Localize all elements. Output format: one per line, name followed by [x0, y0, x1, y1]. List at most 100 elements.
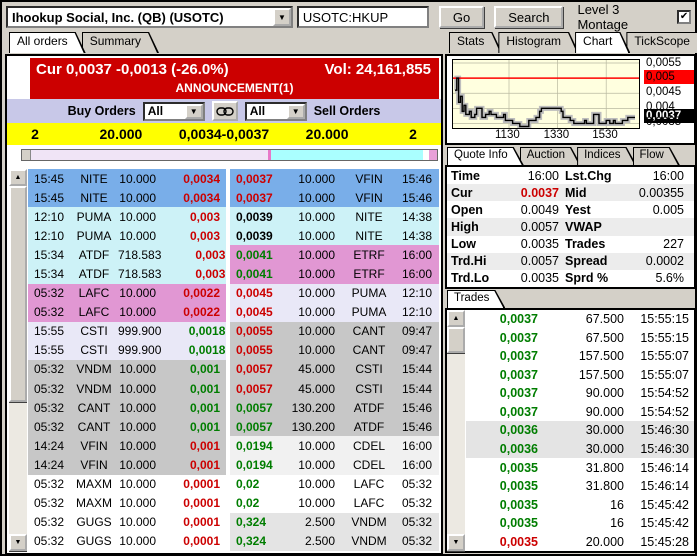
scrollbar-track[interactable]	[447, 327, 465, 534]
montage-row[interactable]: 15:55CSTI999.9000,00180,005510.000CANT09…	[28, 322, 439, 341]
symbol-combobox[interactable]: Ihookup Social, Inc. (QB) (USOTC) ▼	[6, 6, 293, 28]
sell-filter-dropdown-button[interactable]: ▼	[287, 104, 305, 119]
scrollbar-track[interactable]	[9, 186, 27, 534]
ask-market-maker: CSTI	[343, 382, 395, 396]
quote-info-row: High0.0057VWAP	[447, 218, 694, 235]
tab-flow[interactable]: Flow	[633, 147, 680, 165]
montage-row[interactable]: 05:32MAXM10.0000,00010,0210.000LAFC05:32	[28, 475, 439, 494]
x-axis-label: 1130	[495, 129, 520, 141]
ask-market-maker: ETRF	[343, 248, 395, 262]
montage-row[interactable]: 05:32GUGS10.0000,00010,3242.500VNDM05:32	[28, 513, 439, 532]
bid-market-maker: ATDF	[70, 267, 118, 281]
trade-row[interactable]: 0,003531.80015:46:14	[466, 477, 694, 496]
quote-header: Cur 0,0037 -0,0013 (-26.0%) Vol: 24,161,…	[30, 58, 439, 99]
ask-side: 0,004110.000ETRF16:00	[230, 264, 439, 283]
ask-time: 15:46	[395, 401, 439, 415]
level3-montage-checkbox[interactable]: ✔	[677, 10, 691, 24]
scroll-up-button[interactable]: ▲	[447, 310, 465, 327]
tab-indices[interactable]: Indices	[577, 147, 636, 165]
montage-row[interactable]: 12:10PUMA10.0000,0030,003910.000NITE14:3…	[28, 226, 439, 245]
tab-auction[interactable]: Auction	[520, 147, 581, 165]
tab-stats[interactable]: Stats	[449, 32, 502, 53]
trade-row[interactable]: 0,003531.80015:46:14	[466, 458, 694, 477]
ask-size: 10.000	[290, 267, 343, 281]
ask-price: 0,0194	[230, 439, 290, 453]
buy-filter-value: All	[145, 104, 185, 118]
trade-row[interactable]: 0,00351615:45:42	[466, 495, 694, 514]
scroll-down-button[interactable]: ▼	[9, 534, 27, 551]
bid-time: 12:10	[28, 229, 70, 243]
buy-filter-combobox[interactable]: All ▼	[143, 102, 205, 121]
symbol-input[interactable]	[297, 6, 429, 28]
right-panel-tabs: StatsHistogramChartTickScope	[449, 32, 697, 53]
montage-row[interactable]: 14:24VFIN10.0000,0010,019410.000CDEL16:0…	[28, 436, 439, 455]
tab-summary[interactable]: Summary	[82, 32, 159, 53]
scroll-down-button[interactable]: ▼	[447, 534, 465, 551]
ask-side: 0,004110.000ETRF16:00	[230, 245, 439, 264]
trade-row[interactable]: 0,003790.00015:54:52	[466, 403, 694, 422]
trade-row[interactable]: 0,00351615:45:42	[466, 514, 694, 533]
go-button[interactable]: Go	[439, 6, 484, 28]
buy-sell-pressure-bar[interactable]	[21, 149, 438, 161]
tab-all-orders[interactable]: All orders	[9, 32, 86, 53]
montage-row[interactable]: 05:32GUGS10.0000,00010,3242.500VNDM05:32	[28, 532, 439, 551]
symbol-combobox-dropdown-button[interactable]: ▼	[273, 8, 291, 26]
montage-row[interactable]: 15:45NITE10.0000,00340,003710.000VFIN15:…	[28, 188, 439, 207]
buy-filter-dropdown-button[interactable]: ▼	[185, 104, 203, 119]
montage-row[interactable]: 15:45NITE10.0000,00340,003710.000VFIN15:…	[28, 169, 439, 188]
scrollbar-thumb[interactable]	[447, 327, 465, 353]
ask-price: 0,0039	[230, 210, 290, 224]
tab-chart[interactable]: Chart	[575, 32, 630, 53]
trade-row[interactable]: 0,003767.50015:55:15	[466, 310, 694, 329]
trade-row[interactable]: 0,003790.00015:54:52	[466, 384, 694, 403]
bid-side: 12:10PUMA10.0000,003	[28, 207, 226, 226]
announcement-banner[interactable]: ANNOUNCEMENT(1)	[30, 79, 439, 99]
order-filter-bar: Buy Orders All ▼ All ▼ Sell Orders	[7, 99, 441, 123]
ask-price: 0,0037	[230, 191, 290, 205]
trade-price: 0,0036	[466, 442, 538, 456]
bid-side: 15:34ATDF718.5830,003	[28, 264, 226, 283]
trade-row[interactable]: 0,003520.00015:45:28	[466, 532, 694, 551]
montage-row[interactable]: 05:32CANT10.0000,0010,0057130.200ATDF15:…	[28, 398, 439, 417]
trade-row[interactable]: 0,0037157.50015:55:07	[466, 347, 694, 366]
montage-row[interactable]: 05:32VNDM10.0000,0010,005745.000CSTI15:4…	[28, 360, 439, 379]
orderbook-scrollbar[interactable]: ▲ ▼	[9, 169, 28, 551]
montage-row[interactable]: 05:32LAFC10.0000,00220,004510.000PUMA12:…	[28, 284, 439, 303]
montage-row[interactable]: 05:32VNDM10.0000,0010,005745.000CSTI15:4…	[28, 379, 439, 398]
trade-price: 0,0035	[466, 479, 538, 493]
trade-time: 15:45:42	[624, 516, 689, 530]
pressure-bar-handle[interactable]	[22, 150, 31, 160]
ask-side: 0,0057130.200ATDF15:46	[230, 417, 439, 436]
tab-label: Quote Info	[454, 149, 508, 161]
bid-time: 15:55	[28, 324, 70, 338]
montage-row[interactable]: 15:55CSTI999.9000,00180,005510.000CANT09…	[28, 341, 439, 360]
trades-scrollbar[interactable]: ▲ ▼	[447, 310, 466, 551]
trade-row[interactable]: 0,003767.50015:55:15	[466, 329, 694, 348]
link-filters-button[interactable]	[212, 101, 238, 121]
tab-quote-info[interactable]: Quote Info	[447, 147, 524, 165]
tab-trades[interactable]: Trades	[447, 290, 505, 308]
trade-time: 15:46:30	[624, 442, 689, 456]
montage-row[interactable]: 15:34ATDF718.5830,0030,004110.000ETRF16:…	[28, 245, 439, 264]
quote-tabs: Quote Info AuctionIndices Flow	[447, 147, 676, 165]
ask-size: 10.000	[290, 229, 343, 243]
montage-row[interactable]: 05:32CANT10.0000,0010,0057130.200ATDF15:…	[28, 417, 439, 436]
tab-histogram[interactable]: Histogram	[498, 32, 579, 53]
scrollbar-thumb[interactable]	[9, 186, 27, 402]
trade-row[interactable]: 0,003630.00015:46:30	[466, 421, 694, 440]
ask-market-maker: LAFC	[343, 496, 395, 510]
montage-row[interactable]: 05:32MAXM10.0000,00010,0210.000LAFC05:32	[28, 494, 439, 513]
montage-row[interactable]: 12:10PUMA10.0000,0030,003910.000NITE14:3…	[28, 207, 439, 226]
sell-filter-combobox[interactable]: All ▼	[245, 102, 307, 121]
tab-label: Flow	[640, 149, 664, 161]
trade-row[interactable]: 0,0037157.50015:55:07	[466, 366, 694, 385]
montage-row[interactable]: 14:24VFIN10.0000,0010,019410.000CDEL16:0…	[28, 455, 439, 474]
montage-row[interactable]: 05:32LAFC10.0000,00220,004510.000PUMA12:…	[28, 303, 439, 322]
search-button[interactable]: Search	[494, 6, 563, 28]
scroll-up-button[interactable]: ▲	[9, 169, 27, 186]
trade-row[interactable]: 0,003630.00015:46:30	[466, 440, 694, 459]
montage-row[interactable]: 15:34ATDF718.5830,0030,004110.000ETRF16:…	[28, 264, 439, 283]
tab-tickscope[interactable]: TickScope	[626, 32, 697, 53]
intraday-chart-plot[interactable]	[452, 59, 640, 129]
bid-size: 999.900	[118, 324, 169, 338]
